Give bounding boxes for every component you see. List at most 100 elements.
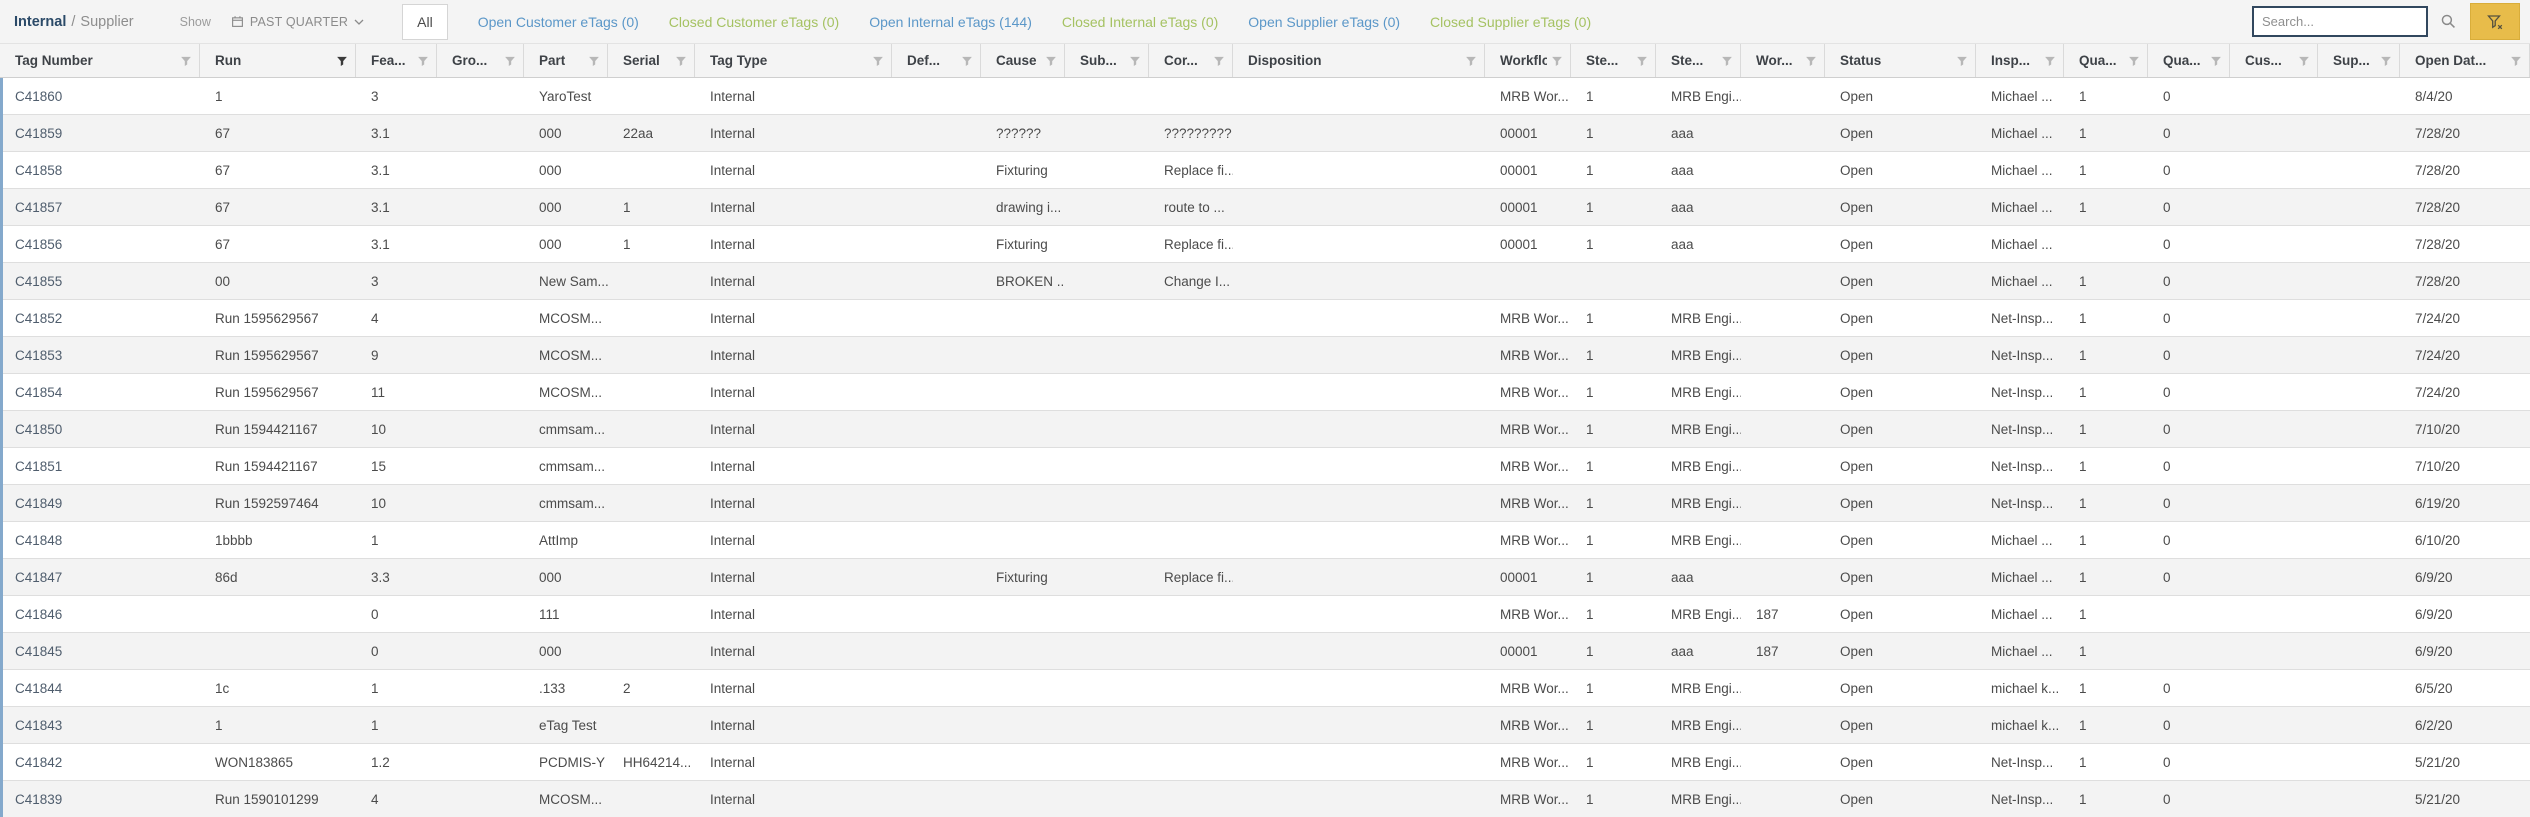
cell-tag[interactable]: C41848 xyxy=(0,522,200,558)
column-header-tagType[interactable]: Tag Type xyxy=(695,44,892,77)
cell-tag[interactable]: C41859 xyxy=(0,115,200,151)
filter-funnel-icon-wor[interactable] xyxy=(1805,55,1817,67)
table-row-c41850[interactable]: C41850Run 159442116710cmmsam...InternalM… xyxy=(0,411,2530,448)
tab-closed-supplier-etags-0[interactable]: Closed Supplier eTags (0) xyxy=(1430,14,1591,30)
column-header-cor[interactable]: Cor... xyxy=(1149,44,1233,77)
column-header-sup[interactable]: Sup... xyxy=(2318,44,2400,77)
filter-funnel-icon-workflow[interactable] xyxy=(1551,55,1563,67)
table-row-c41856[interactable]: C41856673.10001InternalFixturingReplace … xyxy=(0,226,2530,263)
filter-funnel-icon-cor[interactable] xyxy=(1213,55,1225,67)
table-row-c41855[interactable]: C41855003New Sam...InternalBROKEN ...Cha… xyxy=(0,263,2530,300)
column-header-fea[interactable]: Fea... xyxy=(356,44,437,77)
filter-funnel-icon-insp[interactable] xyxy=(2044,55,2056,67)
cell-tag[interactable]: C41853 xyxy=(0,337,200,373)
column-header-workflow[interactable]: Workflow xyxy=(1485,44,1571,77)
column-header-tag[interactable]: Tag Number xyxy=(0,44,200,77)
table-row-c41851[interactable]: C41851Run 159442116715cmmsam...InternalM… xyxy=(0,448,2530,485)
cell-tag[interactable]: C41839 xyxy=(0,781,200,817)
tab-open-internal-etags-144[interactable]: Open Internal eTags (144) xyxy=(869,14,1032,30)
table-row-c41839[interactable]: C41839Run 15901012994MCOSM...InternalMRB… xyxy=(0,781,2530,817)
column-header-ste2[interactable]: Ste... xyxy=(1656,44,1741,77)
filter-funnel-icon-part[interactable] xyxy=(588,55,600,67)
filter-funnel-icon-cus[interactable] xyxy=(2298,55,2310,67)
tab-open-supplier-etags-0[interactable]: Open Supplier eTags (0) xyxy=(1248,14,1400,30)
column-header-wor[interactable]: Wor... xyxy=(1741,44,1825,77)
filter-funnel-icon-qua2[interactable] xyxy=(2210,55,2222,67)
column-header-run[interactable]: Run xyxy=(200,44,356,77)
tab-closed-customer-etags-0[interactable]: Closed Customer eTags (0) xyxy=(669,14,839,30)
table-row-c41857[interactable]: C41857673.10001Internaldrawing i...route… xyxy=(0,189,2530,226)
tab-all[interactable]: All xyxy=(402,4,448,40)
filter-funnel-icon-qua1[interactable] xyxy=(2128,55,2140,67)
table-row-c41852[interactable]: C41852Run 15956295674MCOSM...InternalMRB… xyxy=(0,300,2530,337)
clear-filter-button[interactable] xyxy=(2470,3,2520,40)
column-header-part[interactable]: Part xyxy=(524,44,608,77)
table-row-c41860[interactable]: C4186013YaroTestInternalMRB Wor...1MRB E… xyxy=(0,78,2530,115)
table-row-c41849[interactable]: C41849Run 159259746410cmmsam...InternalM… xyxy=(0,485,2530,522)
cell-tag[interactable]: C41852 xyxy=(0,300,200,336)
column-header-cus[interactable]: Cus... xyxy=(2230,44,2318,77)
cell-tag[interactable]: C41860 xyxy=(0,78,200,114)
cell-tag[interactable]: C41855 xyxy=(0,263,200,299)
table-row-c41842[interactable]: C41842WON1838651.2PCDMIS-YHH64214...Inte… xyxy=(0,744,2530,781)
filter-funnel-icon-fea[interactable] xyxy=(417,55,429,67)
column-header-insp[interactable]: Insp... xyxy=(1976,44,2064,77)
table-row-c41845[interactable]: C418450000Internal000011aaa187OpenMichae… xyxy=(0,633,2530,670)
filter-funnel-icon-tag[interactable] xyxy=(180,55,192,67)
cell-tag[interactable]: C41846 xyxy=(0,596,200,632)
cell-tag[interactable]: C41854 xyxy=(0,374,200,410)
cell-tag[interactable]: C41858 xyxy=(0,152,200,188)
column-header-qua2[interactable]: Qua... xyxy=(2148,44,2230,77)
cell-tag[interactable]: C41845 xyxy=(0,633,200,669)
column-header-openDate[interactable]: Open Dat... xyxy=(2400,44,2530,77)
search-button[interactable] xyxy=(2436,10,2460,34)
filter-funnel-icon-gro[interactable] xyxy=(504,55,516,67)
cell-sup xyxy=(2318,263,2400,299)
filter-funnel-icon-serial[interactable] xyxy=(675,55,687,67)
table-row-c41853[interactable]: C41853Run 15956295679MCOSM...InternalMRB… xyxy=(0,337,2530,374)
column-header-def[interactable]: Def... xyxy=(892,44,981,77)
cell-tag[interactable]: C41857 xyxy=(0,189,200,225)
column-header-gro[interactable]: Gro... xyxy=(437,44,524,77)
filter-funnel-icon-disposition[interactable] xyxy=(1465,55,1477,67)
cell-tag[interactable]: C41844 xyxy=(0,670,200,706)
nav-supplier[interactable]: Supplier xyxy=(80,14,133,30)
filter-funnel-icon-ste2[interactable] xyxy=(1721,55,1733,67)
filter-funnel-icon-tagType[interactable] xyxy=(872,55,884,67)
filter-funnel-icon-sup[interactable] xyxy=(2380,55,2392,67)
search-input[interactable] xyxy=(2252,6,2428,37)
cell-tag[interactable]: C41842 xyxy=(0,744,200,780)
column-header-ste1[interactable]: Ste... xyxy=(1571,44,1656,77)
cell-tag[interactable]: C41847 xyxy=(0,559,200,595)
column-header-sub[interactable]: Sub... xyxy=(1065,44,1149,77)
tab-closed-internal-etags-0[interactable]: Closed Internal eTags (0) xyxy=(1062,14,1218,30)
filter-funnel-icon-status[interactable] xyxy=(1956,55,1968,67)
column-header-cause[interactable]: Cause xyxy=(981,44,1065,77)
period-selector[interactable]: PAST QUARTER xyxy=(231,15,364,29)
filter-funnel-icon-ste1[interactable] xyxy=(1636,55,1648,67)
filter-funnel-icon-def[interactable] xyxy=(961,55,973,67)
tab-open-customer-etags-0[interactable]: Open Customer eTags (0) xyxy=(478,14,639,30)
column-header-disposition[interactable]: Disposition xyxy=(1233,44,1485,77)
table-row-c41848[interactable]: C418481bbbb1AttImpInternalMRB Wor...1MRB… xyxy=(0,522,2530,559)
nav-internal[interactable]: Internal xyxy=(14,14,66,30)
table-row-c41854[interactable]: C41854Run 159562956711MCOSM...InternalMR… xyxy=(0,374,2530,411)
filter-funnel-icon-openDate[interactable] xyxy=(2510,55,2522,67)
filter-funnel-icon-run[interactable] xyxy=(336,55,348,67)
cell-tag[interactable]: C41856 xyxy=(0,226,200,262)
filter-funnel-icon-cause[interactable] xyxy=(1045,55,1057,67)
table-row-c41858[interactable]: C41858673.1000InternalFixturingReplace f… xyxy=(0,152,2530,189)
cell-tag[interactable]: C41849 xyxy=(0,485,200,521)
filter-funnel-icon-sub[interactable] xyxy=(1129,55,1141,67)
table-row-c41843[interactable]: C4184311eTag TestInternalMRB Wor...1MRB … xyxy=(0,707,2530,744)
cell-tag[interactable]: C41851 xyxy=(0,448,200,484)
table-row-c41847[interactable]: C4184786d3.3000InternalFixturingReplace … xyxy=(0,559,2530,596)
column-header-serial[interactable]: Serial xyxy=(608,44,695,77)
cell-tag[interactable]: C41843 xyxy=(0,707,200,743)
cell-tag[interactable]: C41850 xyxy=(0,411,200,447)
column-header-status[interactable]: Status xyxy=(1825,44,1976,77)
table-row-c41846[interactable]: C418460111InternalMRB Wor...1MRB Engi...… xyxy=(0,596,2530,633)
table-row-c41844[interactable]: C418441c1.1332InternalMRB Wor...1MRB Eng… xyxy=(0,670,2530,707)
table-row-c41859[interactable]: C41859673.100022aaInternal??????????????… xyxy=(0,115,2530,152)
column-header-qua1[interactable]: Qua... xyxy=(2064,44,2148,77)
